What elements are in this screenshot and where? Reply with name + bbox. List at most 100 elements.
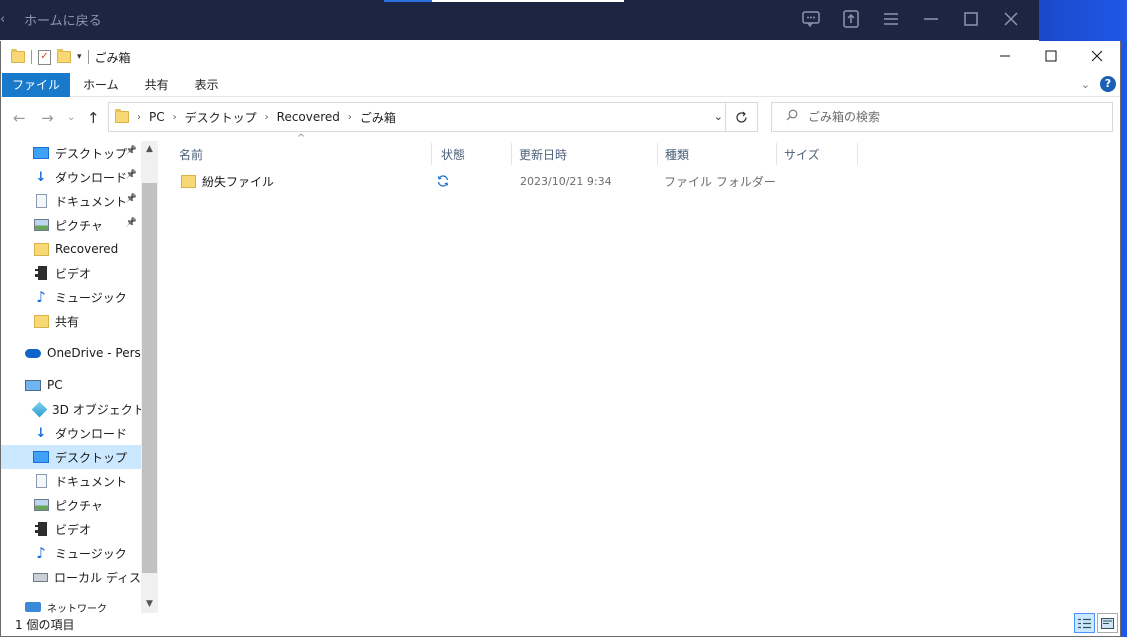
nav-pc-item-1[interactable]: ↓ ダウンロード xyxy=(1,421,141,445)
column-header-date[interactable]: 更新日時 xyxy=(512,139,658,169)
breadcrumb-trash[interactable]: ごみ箱 xyxy=(360,109,396,126)
nav-quick-item-2[interactable]: ドキュメント 📌 xyxy=(1,189,141,213)
file-list: ^ 名前 状態 更新日時 種類 サイズ 紛失ファイル 2023/10/21 9:… xyxy=(169,133,1119,613)
nav-quick-item-0[interactable]: デスクトップ 📌 xyxy=(1,141,141,165)
nav-quick-item-4[interactable]: Recovered xyxy=(1,237,141,261)
column-header-status[interactable]: 状態 xyxy=(432,139,512,169)
forward-arrow-icon[interactable]: → xyxy=(41,109,54,127)
address-bar[interactable]: › PC › デスクトップ › Recovered › ごみ箱 ⌄ xyxy=(108,102,758,132)
nav-quick-item-5[interactable]: ビデオ xyxy=(1,261,141,285)
up-arrow-icon[interactable]: ↑ xyxy=(87,109,100,127)
download-icon: ↓ xyxy=(33,426,49,441)
feedback-icon[interactable] xyxy=(800,8,822,30)
nav-item-network[interactable]: ネットワーク xyxy=(1,595,141,613)
back-to-home-button[interactable]: ‹ ホームに戻る xyxy=(0,10,102,29)
status-bar: 1 個の項目 xyxy=(1,613,1120,635)
nav-item-label: ピクチャ xyxy=(55,498,103,513)
search-box[interactable] xyxy=(771,102,1113,132)
breadcrumb-recovered[interactable]: Recovered xyxy=(277,110,340,124)
nav-pc-item-7[interactable]: ローカル ディスク (C xyxy=(1,565,141,589)
nav-pc-item-3[interactable]: ドキュメント xyxy=(1,469,141,493)
music-icon-glyph: ♪ xyxy=(36,544,46,562)
pin-icon[interactable]: 📌 xyxy=(126,218,137,228)
menu-icon[interactable] xyxy=(880,8,902,30)
desktop-icon xyxy=(33,450,49,464)
column-header-type[interactable]: 種類 xyxy=(658,139,777,169)
search-input[interactable] xyxy=(808,110,1088,124)
tab-home[interactable]: ホーム xyxy=(70,73,132,97)
progress-fill xyxy=(384,0,432,2)
column-header-name[interactable]: 名前 xyxy=(169,139,432,169)
nav-quick-item-1[interactable]: ↓ ダウンロード 📌 xyxy=(1,165,141,189)
chevron-right-icon[interactable]: › xyxy=(137,112,141,123)
folder-icon xyxy=(115,109,129,123)
nav-item-label: ネットワーク xyxy=(47,603,107,614)
properties-icon[interactable]: ✓ xyxy=(38,49,51,65)
customize-toolbar-dropdown-icon[interactable]: ▾ xyxy=(77,52,82,62)
column-divider[interactable] xyxy=(857,143,858,165)
expand-ribbon-icon[interactable]: ⌄ xyxy=(1081,78,1090,91)
nav-quick-item-7[interactable]: 共有 xyxy=(1,309,141,333)
nav-item-label: デスクトップ xyxy=(55,450,128,465)
pictures-icon-glyph xyxy=(33,499,49,511)
onedrive-icon xyxy=(25,346,41,360)
upload-icon[interactable] xyxy=(840,8,862,30)
nav-pc-item-5[interactable]: ビデオ xyxy=(1,517,141,541)
3d-objects-icon-glyph xyxy=(31,401,48,417)
file-name: 紛失ファイル xyxy=(202,174,275,189)
ribbon-right-controls: ⌄ ? xyxy=(1081,76,1116,92)
nav-pc-item-2[interactable]: デスクトップ xyxy=(1,445,141,469)
large-icons-view-icon[interactable] xyxy=(1097,613,1118,633)
tab-view[interactable]: 表示 xyxy=(182,73,232,97)
recent-locations-icon[interactable]: ⌄ xyxy=(67,112,75,123)
pin-icon[interactable]: 📌 xyxy=(126,170,137,180)
pin-icon[interactable]: 📌 xyxy=(126,146,137,156)
address-history-dropdown-icon[interactable]: ⌄ xyxy=(714,110,723,123)
close-button[interactable] xyxy=(1074,41,1120,71)
scroll-up-icon[interactable]: ▲ xyxy=(141,141,158,158)
back-arrow-icon[interactable]: ← xyxy=(13,109,26,127)
breadcrumb-desktop[interactable]: デスクトップ xyxy=(185,109,257,126)
nav-pc-item-6[interactable]: ♪ ミュージック xyxy=(1,541,141,565)
minimize-icon[interactable] xyxy=(920,8,942,30)
video-icon xyxy=(33,522,49,536)
nav-pc-item-4[interactable]: ピクチャ xyxy=(1,493,141,517)
breadcrumb-pc[interactable]: PC xyxy=(149,110,165,124)
quick-access-toolbar: ✓ ▾ xyxy=(1,49,89,65)
column-header-size[interactable]: サイズ xyxy=(777,139,858,169)
file-row[interactable]: 紛失ファイル 2023/10/21 9:34 ファイル フォルダー xyxy=(169,169,849,193)
chevron-right-icon[interactable]: › xyxy=(265,112,269,123)
nav-scrollbar[interactable]: ▲ ▼ xyxy=(141,141,158,613)
nav-quick-item-3[interactable]: ピクチャ 📌 xyxy=(1,213,141,237)
maximize-button[interactable] xyxy=(1028,41,1074,71)
file-type: ファイル フォルダー xyxy=(664,174,776,189)
chevron-right-icon[interactable]: › xyxy=(348,112,352,123)
minimize-button[interactable] xyxy=(982,41,1028,71)
tab-file[interactable]: ファイル xyxy=(2,72,71,97)
nav-pc-item-0[interactable]: 3D オブジェクト xyxy=(1,397,141,421)
file-name-cell[interactable]: 紛失ファイル xyxy=(181,169,274,193)
nav-item-onedrive[interactable]: OneDrive - Persor xyxy=(1,341,141,365)
title-bar: ✓ ▾ ごみ箱 xyxy=(1,41,1120,73)
pin-icon[interactable]: 📌 xyxy=(126,194,137,204)
nav-quick-item-6[interactable]: ♪ ミュージック xyxy=(1,285,141,309)
local-disk-icon-glyph xyxy=(33,572,48,582)
column-status-label: 状態 xyxy=(441,147,466,162)
help-icon[interactable]: ? xyxy=(1100,76,1116,92)
new-folder-icon[interactable] xyxy=(57,49,71,63)
nav-item-pc[interactable]: PC xyxy=(1,373,141,397)
divider xyxy=(31,50,32,64)
nav-item-label: PC xyxy=(47,378,63,392)
refresh-button[interactable] xyxy=(725,103,757,131)
scroll-down-icon[interactable]: ▼ xyxy=(141,596,158,613)
address-row: ← → ⌄ ↑ › PC › デスクトップ › Recovered › ごみ箱 … xyxy=(1,99,1120,137)
details-view-icon[interactable] xyxy=(1074,613,1095,633)
nav-item-label: ミュージック xyxy=(55,290,127,305)
nav-item-label: ローカル ディスク (C xyxy=(54,570,141,585)
pictures-icon xyxy=(33,498,49,512)
scroll-thumb[interactable] xyxy=(142,183,157,573)
close-icon[interactable] xyxy=(1000,8,1022,30)
chevron-right-icon[interactable]: › xyxy=(173,112,177,123)
maximize-icon[interactable] xyxy=(960,8,982,30)
tab-share[interactable]: 共有 xyxy=(132,73,182,97)
